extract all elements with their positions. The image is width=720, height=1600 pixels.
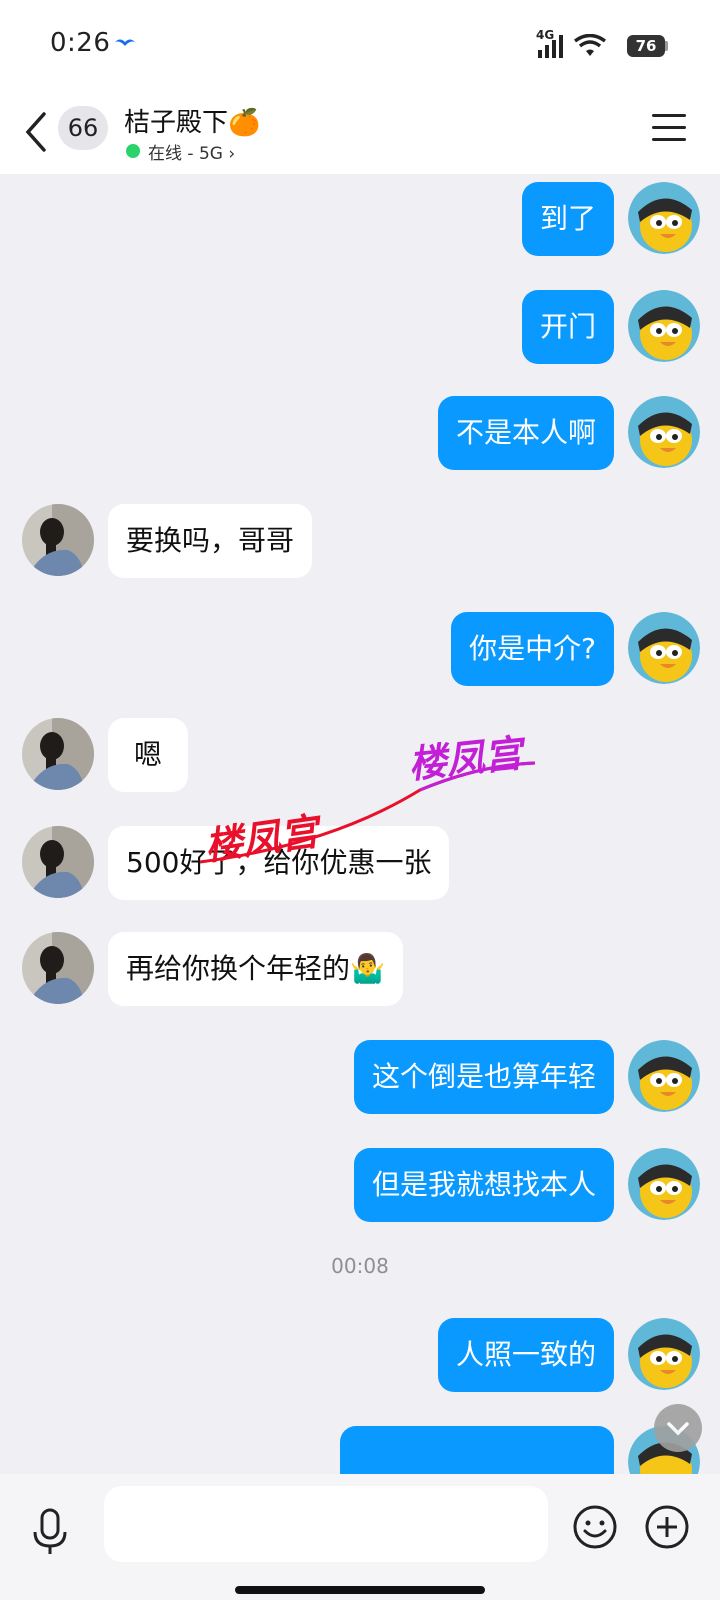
scroll-to-bottom-button[interactable]: [654, 1404, 702, 1452]
chevron-down-icon: [667, 1422, 689, 1436]
home-indicator[interactable]: [235, 1586, 485, 1594]
input-bar: [0, 1474, 720, 1600]
message-input[interactable]: [104, 1486, 548, 1562]
add-plus-icon[interactable]: [644, 1504, 690, 1550]
emoji-icon[interactable]: [572, 1504, 618, 1550]
microphone-icon[interactable]: [30, 1508, 70, 1558]
watermark-swoosh: [199, 761, 536, 864]
